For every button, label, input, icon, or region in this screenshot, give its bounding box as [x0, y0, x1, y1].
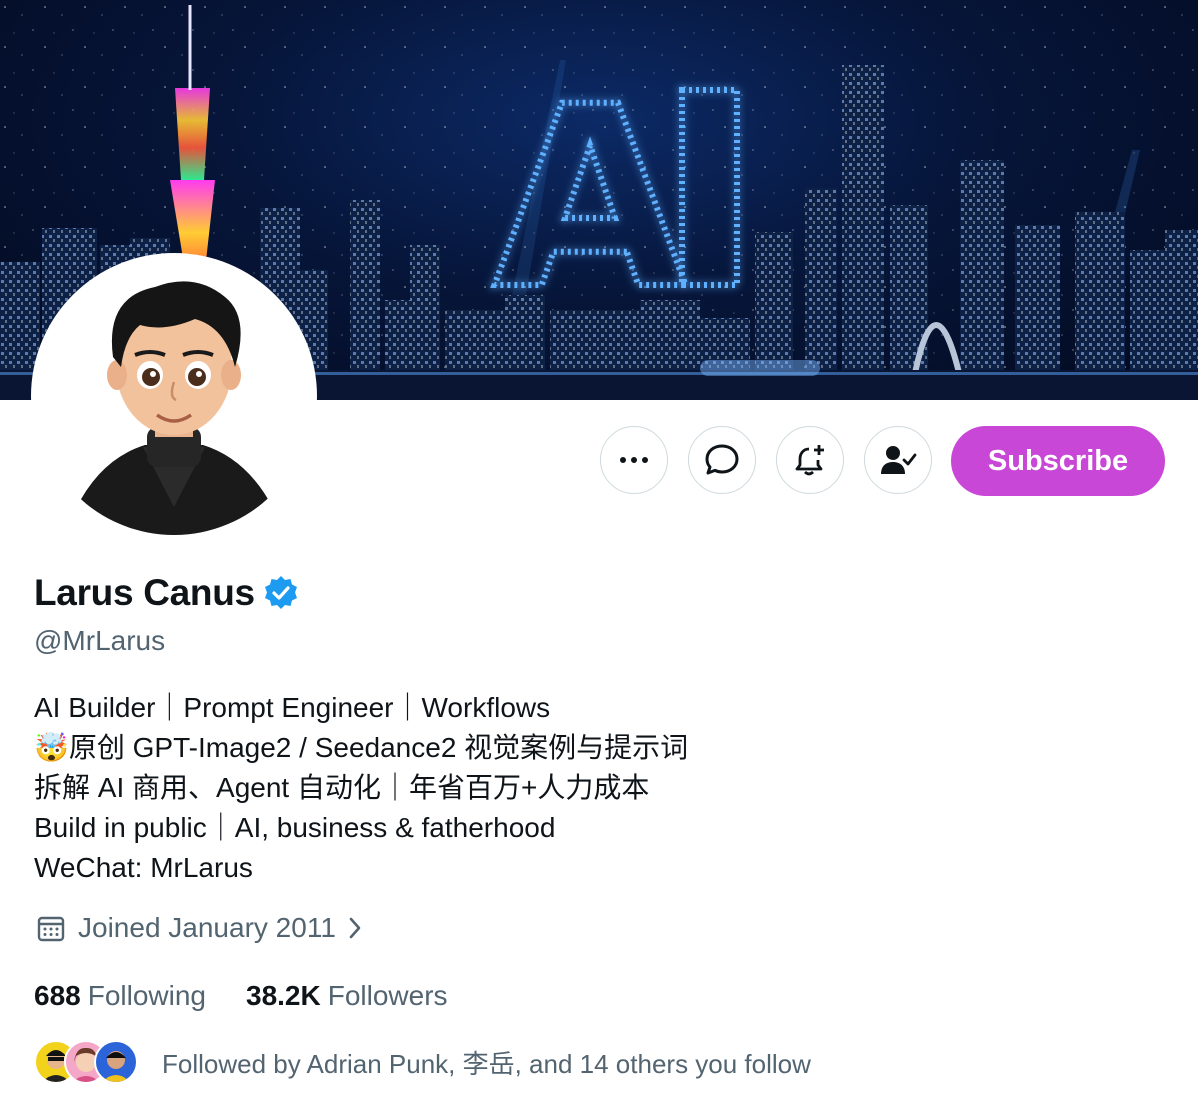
profile-handle: @MrLarus: [34, 625, 166, 656]
calendar-icon: [37, 916, 65, 942]
bio-line: 拆解 AI 商用、Agent 自动化｜年省百万+人力成本: [34, 772, 650, 803]
notify-button[interactable]: [776, 426, 844, 494]
profile-name-row: Larus Canus: [34, 572, 299, 614]
joined-date-link[interactable]: Joined January 2011: [36, 912, 366, 944]
chat-bubble-icon: [705, 444, 739, 475]
profile-avatar[interactable]: [31, 253, 317, 539]
following-link[interactable]: 688 Following: [34, 980, 206, 1012]
message-button[interactable]: [688, 426, 756, 494]
subscribe-button[interactable]: Subscribe: [951, 426, 1165, 496]
display-name: Larus Canus: [34, 572, 255, 613]
avatar: [94, 1040, 138, 1084]
chevron-right-icon: [349, 917, 361, 939]
person-check-icon: [881, 446, 917, 474]
bio-line: WeChat: MrLarus: [34, 852, 253, 883]
more-dots-icon: [620, 457, 648, 463]
joined-date: Joined January 2011: [78, 912, 336, 943]
following-count: 688: [34, 980, 81, 1011]
bell-plus-icon: [795, 445, 824, 476]
followers-link[interactable]: 38.2K Followers: [246, 980, 448, 1012]
followed-by-text: Followed by Adrian Punk, 李岳, and 14 othe…: [162, 1048, 811, 1079]
following-button[interactable]: [864, 426, 932, 494]
verified-badge-icon[interactable]: [263, 575, 299, 611]
avatar-image: [35, 257, 313, 535]
profile-stats: 688 Following 38.2K Followers: [34, 980, 448, 1012]
following-label: Following: [87, 980, 206, 1011]
follower-avatars: [34, 1040, 138, 1084]
bio-line: Build in public｜AI, business & fatherhoo…: [34, 812, 556, 843]
followed-by-link[interactable]: Followed by Adrian Punk, 李岳, and 14 othe…: [34, 1040, 811, 1084]
followers-label: Followers: [327, 980, 448, 1011]
bio-line: AI Builder｜Prompt Engineer｜Workflows: [34, 692, 551, 723]
more-button[interactable]: [600, 426, 668, 494]
bio-line: 🤯原创 GPT-Image2 / Seedance2 视觉案例与提示词: [34, 732, 689, 763]
profile-bio: AI Builder｜Prompt Engineer｜Workflows 🤯原创…: [34, 688, 688, 888]
followers-count: 38.2K: [246, 980, 321, 1011]
